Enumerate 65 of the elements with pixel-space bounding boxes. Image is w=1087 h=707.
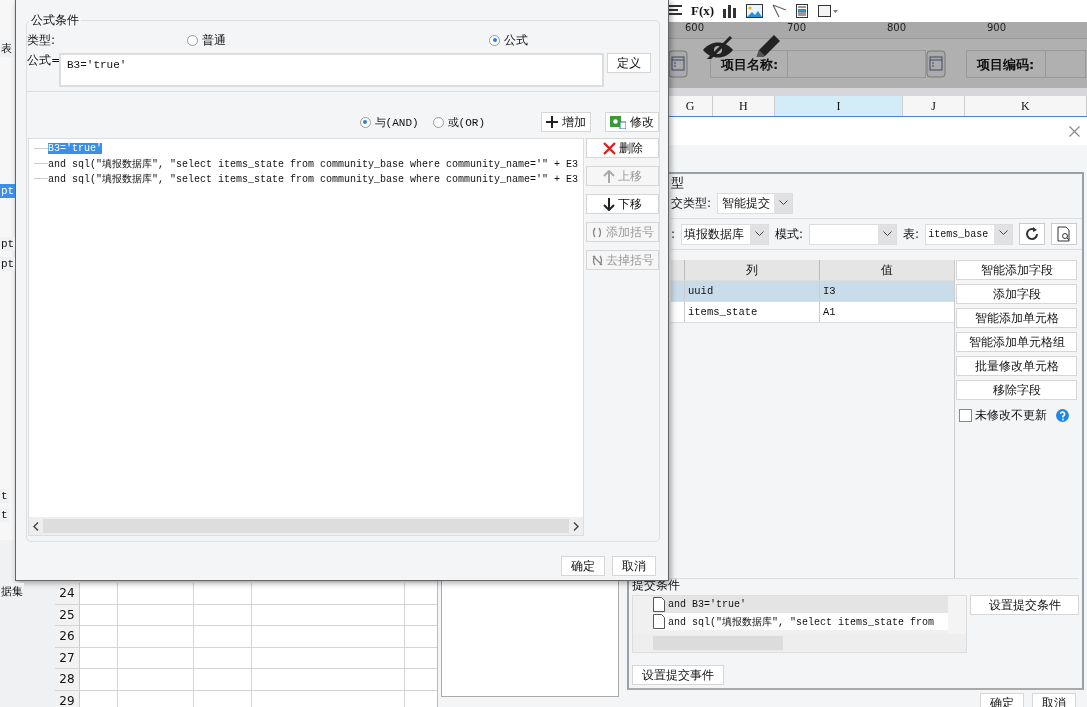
- group-title: 公式条件: [29, 12, 81, 29]
- parameter-label: 项目编码:: [977, 55, 1035, 74]
- formula-field[interactable]: B3='true': [59, 53, 604, 87]
- field-label: 类型:: [27, 31, 56, 49]
- dialog-button[interactable]: 确定: [561, 556, 605, 576]
- tree-item[interactable]: pt: [0, 257, 16, 271]
- row-number: 24: [55, 583, 80, 604]
- set-conditions-button[interactable]: 设置提交条件: [970, 595, 1079, 615]
- database-dropdown[interactable]: 填报数据库: [681, 223, 770, 245]
- formula-tool[interactable]: F(x): [691, 3, 715, 19]
- condition-item[interactable]: and sql("填报数据库", "select items_state from community_base where community_name='" + E3: [48, 156, 579, 171]
- action-button[interactable]: 添加字段: [956, 284, 1077, 304]
- column-header[interactable]: H: [713, 96, 775, 116]
- table-cell: items_state: [684, 302, 819, 322]
- field-label: 表:: [903, 225, 920, 243]
- table-row[interactable]: uuid I3: [671, 281, 954, 302]
- field-label: 交类型:: [671, 194, 712, 212]
- tree-item[interactable]: 表: [0, 40, 13, 57]
- column-header[interactable]: K: [964, 96, 1087, 116]
- tree-item[interactable]: t: [0, 508, 9, 522]
- table-row[interactable]: items_state A1: [671, 302, 954, 323]
- field-label: :: [671, 227, 676, 241]
- radio-label: 普通: [202, 31, 226, 49]
- list-action-button[interactable]: 下移: [586, 194, 659, 214]
- action-button[interactable]: 智能添加单元格组: [956, 332, 1077, 352]
- column-header[interactable]: J: [903, 96, 965, 116]
- list-action-button[interactable]: 删除: [586, 138, 659, 158]
- column-header: 值: [818, 260, 954, 280]
- ruler-label: 700: [786, 22, 808, 35]
- parameter-label: 项目名称:: [721, 55, 779, 74]
- radio-label: 公式: [504, 31, 528, 49]
- tree-item[interactable]: 据集: [0, 583, 24, 600]
- condition-item[interactable]: and sql("填报数据库", "select items_state from community_base where community_name='" + E3: [48, 171, 579, 186]
- action-button[interactable]: 移除字段: [956, 380, 1077, 400]
- row-number: 25: [55, 604, 80, 625]
- ruler-label: 900: [986, 22, 1008, 35]
- row-number: 27: [55, 647, 80, 668]
- edit-button[interactable]: 修改: [605, 112, 659, 132]
- section-title: 型: [671, 174, 685, 192]
- radio-label: 或(OR): [447, 115, 485, 130]
- checkbox-label: 未修改不更新: [975, 408, 1047, 423]
- column-header: 列: [683, 260, 819, 280]
- table-cell: A1: [819, 302, 954, 322]
- dialog-button[interactable]: 取消: [612, 556, 656, 576]
- action-button[interactable]: 智能添加单元格: [956, 308, 1077, 328]
- row-number: 26: [55, 626, 80, 647]
- row-number: 28: [55, 669, 80, 690]
- action-button[interactable]: 批量修改单元格: [956, 356, 1077, 376]
- table-cell: I3: [819, 281, 954, 301]
- column-header[interactable]: I: [774, 96, 904, 116]
- condition-text[interactable]: and B3='true': [668, 599, 746, 610]
- tree-item[interactable]: t: [0, 489, 9, 503]
- tree-item[interactable]: pt: [0, 237, 16, 251]
- ruler-label: 800: [886, 22, 908, 35]
- table-dropdown[interactable]: items_base: [925, 223, 1014, 245]
- define-button[interactable]: 定义: [607, 53, 651, 73]
- table-cell: uuid: [684, 281, 819, 301]
- add-button[interactable]: 增加: [541, 112, 591, 132]
- ruler-label: 600: [684, 22, 706, 35]
- submit-type-dropdown[interactable]: 智能提交: [717, 192, 794, 214]
- radio-label: 与(AND): [374, 115, 419, 130]
- field-label: 公式=: [27, 53, 59, 68]
- action-button[interactable]: 智能添加字段: [956, 260, 1077, 280]
- field-label: 模式:: [775, 225, 804, 243]
- set-events-button[interactable]: 设置提交事件: [632, 665, 724, 685]
